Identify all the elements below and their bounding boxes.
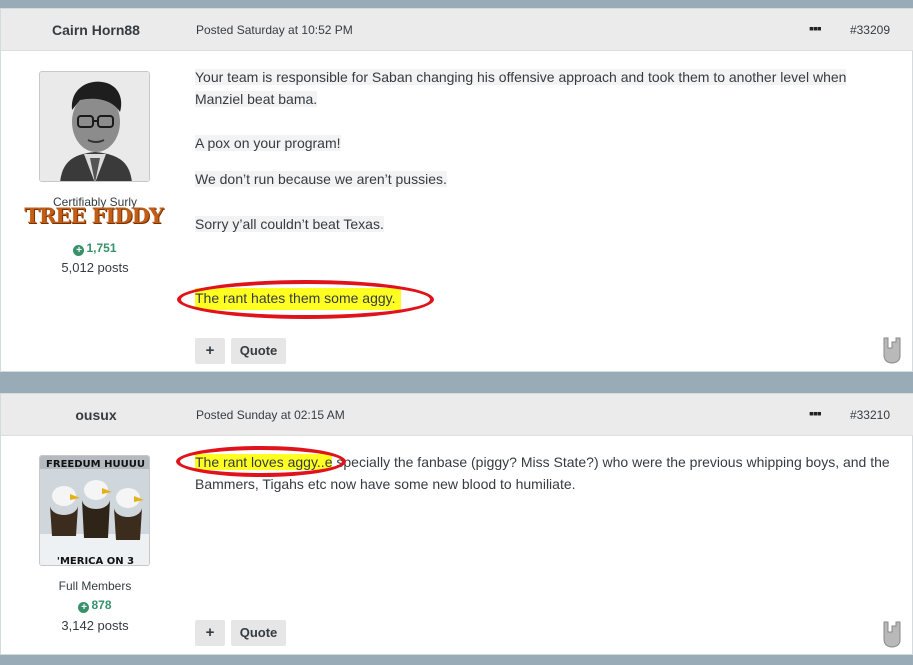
ellipsis-icon[interactable]: ▪▪▪ <box>809 406 827 420</box>
reaction-add-button[interactable]: + <box>195 338 225 364</box>
author-name[interactable]: ousux <box>1 394 191 436</box>
red-circle-annotation <box>177 280 434 319</box>
ellipsis-icon[interactable]: ▪▪▪ <box>809 21 827 35</box>
quote-button[interactable]: Quote <box>231 338 286 364</box>
post-number[interactable]: #33209 <box>850 9 890 51</box>
reaction-add-button[interactable]: + <box>195 620 225 646</box>
reputation[interactable]: +878 <box>0 598 190 613</box>
paragraph: Sorry y’all couldn’t beat Texas. <box>195 216 384 232</box>
post-header: Cairn Horn88 Posted Saturday at 10:52 PM… <box>1 9 913 51</box>
avatar-caption-bottom: 'MERICA ON 3 <box>57 556 134 566</box>
avatar[interactable]: FREEDUM HUUUU 'MERICA ON 3 <box>39 455 150 566</box>
reputation[interactable]: +1,751 <box>0 241 190 256</box>
paragraph: A pox on your program! <box>195 135 341 151</box>
plus-circle-icon: + <box>73 245 85 256</box>
post-count: 3,142 posts <box>61 618 129 633</box>
reputation-value: 1,751 <box>86 241 117 255</box>
avatar-caption-top: FREEDUM HUUUU <box>46 459 145 470</box>
red-circle-annotation <box>176 446 346 477</box>
quote-button[interactable]: Quote <box>231 620 286 646</box>
rock-on-hand-icon[interactable] <box>881 620 903 648</box>
reputation-value: 878 <box>91 598 112 612</box>
paragraph: Your team is responsible for Saban chang… <box>195 69 847 107</box>
paragraph: We don’t run because we aren’t pussies. <box>195 171 447 187</box>
avatar[interactable] <box>39 71 150 182</box>
post-content: Your team is responsible for Saban chang… <box>195 66 895 235</box>
post-number[interactable]: #33210 <box>850 394 890 436</box>
rock-on-hand-icon[interactable] <box>881 336 903 364</box>
plus-circle-icon: + <box>78 602 90 613</box>
group-badge: TREE FIDDY <box>24 203 164 228</box>
author-name[interactable]: Cairn Horn88 <box>1 9 191 51</box>
post-header: ousux Posted Sunday at 02:15 AM ▪▪▪ #332… <box>1 394 913 436</box>
post-date[interactable]: Posted Sunday at 02:15 AM <box>196 394 345 436</box>
member-group: Full Members <box>58 579 132 593</box>
post-count: 5,012 posts <box>61 260 129 275</box>
post-date[interactable]: Posted Saturday at 10:52 PM <box>196 9 353 51</box>
